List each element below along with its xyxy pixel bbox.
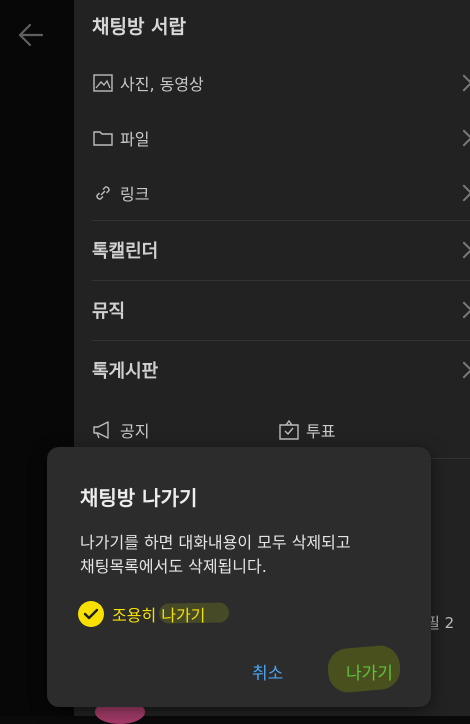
divider (92, 280, 470, 281)
back-arrow-icon[interactable] (16, 22, 44, 48)
quiet-leave-checkbox[interactable]: 조용히 나가기 (78, 599, 205, 629)
drawer-title: 채팅방 서랍 (92, 16, 187, 38)
drawer-item-music[interactable]: 뮤직 (92, 283, 470, 337)
cancel-button[interactable]: 취소 (252, 659, 283, 684)
quiet-leave-label: 조용히 나가기 (112, 606, 206, 625)
board-item-label: 투표 (306, 422, 336, 441)
drawer-item-talk-calendar[interactable]: 톡캘린더 (92, 223, 470, 277)
leave-button-area: 나가기 (326, 643, 402, 695)
image-icon (92, 72, 114, 94)
check-icon[interactable] (78, 601, 104, 627)
drawer-item-talk-board[interactable]: 톡게시판 (92, 343, 470, 397)
dialog-message-line: 나가기를 하면 대화내용이 모두 삭제되고 (80, 533, 351, 552)
leave-chat-dialog: 채팅방 나가기 나가기를 하면 대화내용이 모두 삭제되고 채팅목록에서도 삭제… (47, 447, 431, 707)
drawer-item-label: 톡게시판 (92, 361, 159, 382)
chevron-right-icon (455, 184, 470, 202)
dialog-message: 나가기를 하면 대화내용이 모두 삭제되고 채팅목록에서도 삭제됩니다. (80, 531, 410, 579)
dialog-message-line: 채팅목록에서도 삭제됩니다. (80, 557, 267, 576)
chevron-right-icon (455, 129, 470, 147)
drawer-item-label: 톡캘린더 (92, 241, 159, 262)
folder-icon (92, 127, 114, 149)
chevron-right-icon (455, 74, 470, 92)
dialog-title: 채팅방 나가기 (80, 486, 198, 510)
drawer-item-label: 파일 (120, 130, 150, 149)
chevron-right-icon (455, 241, 470, 259)
divider (92, 220, 470, 221)
board-item-label: 공지 (120, 422, 150, 441)
link-icon (92, 182, 114, 204)
drawer-item-links[interactable]: 링크 (92, 166, 470, 220)
chevron-right-icon (455, 361, 470, 379)
chevron-right-icon (455, 301, 470, 319)
vote-box-icon (278, 419, 300, 441)
drawer-item-label: 링크 (120, 185, 150, 204)
megaphone-icon (92, 419, 114, 441)
drawer-item-label: 뮤직 (92, 301, 126, 322)
drawer-item-photos-videos[interactable]: 사진, 동영상 (92, 56, 470, 110)
drawer-item-files[interactable]: 파일 (92, 111, 470, 165)
divider (92, 340, 470, 341)
leave-button[interactable]: 나가기 (346, 659, 393, 684)
drawer-item-label: 사진, 동영상 (120, 75, 204, 94)
